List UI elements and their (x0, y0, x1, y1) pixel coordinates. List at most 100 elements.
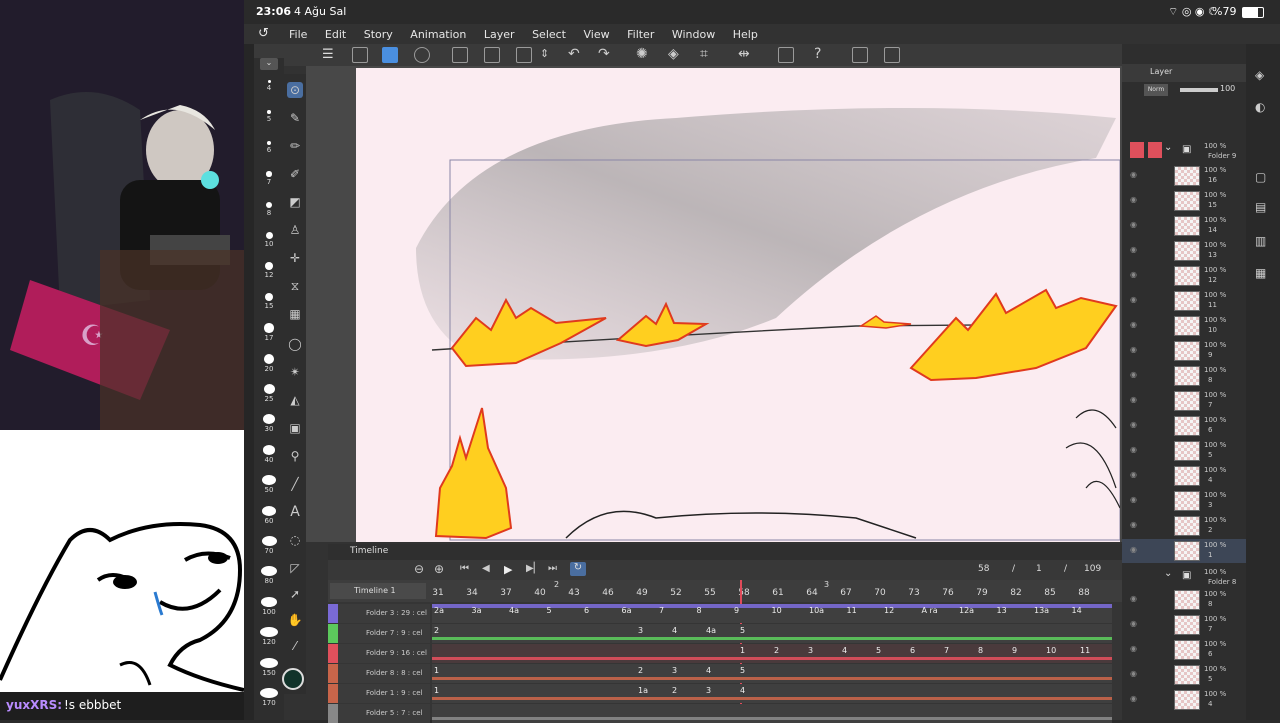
grid-tool-icon[interactable]: ▦ (287, 306, 303, 322)
fill-icon[interactable]: ◈ (668, 46, 679, 62)
track-name[interactable]: Folder 8 : 8 : cel (328, 664, 430, 683)
next-frame-icon[interactable]: ▶▏ (526, 563, 541, 574)
cel-label[interactable]: 3a (472, 606, 482, 615)
brush-tool-icon[interactable]: ✐ (287, 166, 303, 182)
cel-label[interactable]: 11 (847, 606, 857, 615)
object-tool-icon[interactable]: ➚ (287, 586, 303, 602)
layer-row[interactable]: ◉ 100 % 11 (1122, 289, 1246, 313)
crop-icon[interactable]: ⌗ (700, 46, 708, 62)
timeline-track[interactable]: Folder 7 : 9 : cel 2 3 4 4a 5 (328, 624, 1122, 643)
brush-size-7[interactable]: 7 (254, 171, 284, 186)
cel-label[interactable]: 8 (978, 646, 983, 655)
menu-help[interactable]: Help (733, 28, 758, 41)
brush-size-10[interactable]: 10 (254, 232, 284, 248)
track-name[interactable]: Folder 5 : 7 : cel (328, 704, 430, 723)
track-cells[interactable]: 2 3 4 4a 5 (432, 624, 1112, 643)
hand-tool-icon[interactable]: ✋ (287, 612, 303, 628)
cel-label[interactable]: 5 (876, 646, 881, 655)
layer-settings-icon[interactable] (778, 47, 794, 63)
eye-icon[interactable]: ◉ (1130, 470, 1137, 479)
app-logo-icon[interactable]: ↺ (258, 26, 269, 41)
eye-icon[interactable]: ◉ (1130, 495, 1137, 504)
track-name[interactable]: Folder 7 : 9 : cel (328, 624, 430, 643)
eye-icon[interactable]: ◉ (1130, 320, 1137, 329)
last-frame-icon[interactable]: ⏭ (548, 563, 557, 574)
zoom-out-icon[interactable]: ⊖ (414, 562, 424, 576)
track-cells[interactable]: 1 2 3 4 5 (432, 664, 1112, 683)
cel-label[interactable]: 10a (809, 606, 824, 615)
export-icon[interactable] (852, 47, 868, 63)
layer-row[interactable]: ◉ 100 % 5 (1122, 439, 1246, 463)
layer-row[interactable]: ◉ 100 % 3 (1122, 489, 1246, 513)
flip-icon[interactable]: ⇹ (738, 46, 750, 62)
eye-icon[interactable]: ◉ (1130, 195, 1137, 204)
brush-size-25[interactable]: 25 (254, 384, 284, 403)
opacity-slider[interactable] (1180, 88, 1218, 92)
save-icon[interactable] (516, 47, 532, 63)
cel-label[interactable]: 12a (959, 606, 974, 615)
redo-icon[interactable]: ↷ (598, 46, 610, 62)
brush-size-170[interactable]: 170 (254, 688, 284, 707)
gradient-tool-icon[interactable]: ▣ (287, 420, 303, 436)
line-tool-icon[interactable]: ╱ (287, 476, 303, 492)
first-frame-icon[interactable]: ⏮ (460, 563, 469, 574)
clear-icon[interactable]: ✺ (636, 46, 648, 62)
zoom-in-icon[interactable]: ⊕ (434, 562, 444, 576)
loop-icon[interactable]: ↻ (570, 562, 586, 576)
cel-label[interactable]: 2 (434, 626, 439, 635)
palette-icon[interactable]: ◐ (1255, 100, 1265, 114)
layer-row[interactable]: ◉ 100 % 15 (1122, 189, 1246, 213)
magic-wand-icon[interactable]: ✴ (287, 364, 303, 380)
cel-label[interactable]: 9 (734, 606, 739, 615)
cel-label[interactable]: 3 (672, 666, 677, 675)
cel-label[interactable]: 1a (638, 686, 648, 695)
menu-animation[interactable]: Animation (410, 28, 466, 41)
cel-label[interactable]: 3 (808, 646, 813, 655)
drawing-canvas[interactable] (356, 68, 1120, 542)
track-name[interactable]: Folder 9 : 16 : cel (328, 644, 430, 663)
folder-9-row[interactable]: ⌄ ▣ 100 % Folder 9 (1122, 140, 1246, 160)
play-icon[interactable]: ▶ (504, 563, 512, 576)
cel-label[interactable]: 3 (638, 626, 643, 635)
menu-window[interactable]: Window (672, 28, 715, 41)
color-swatch[interactable] (282, 668, 304, 690)
eye-icon[interactable]: ◉ (1130, 520, 1137, 529)
eye-icon[interactable]: ◉ (1130, 170, 1137, 179)
prev-frame-icon[interactable]: ◀ (482, 563, 490, 574)
cel-label[interactable]: 13 (997, 606, 1007, 615)
layer-row[interactable]: ◉ 100 % 7 (1122, 613, 1246, 637)
pen-tool-icon[interactable]: ✎ (287, 110, 303, 126)
brush-size-20[interactable]: 20 (254, 353, 284, 373)
help-icon[interactable]: ? (814, 46, 821, 62)
current-frame[interactable]: 58 (978, 564, 989, 574)
brush-size-70[interactable]: 70 (254, 536, 284, 555)
timeline-name[interactable]: Timeline 1 (330, 583, 426, 599)
layer-row[interactable]: ◉ 100 % 6 (1122, 638, 1246, 662)
navigator-icon[interactable]: ▢ (1255, 170, 1266, 184)
keyboard-icon[interactable] (884, 47, 900, 63)
cel-label[interactable]: 4a (706, 626, 716, 635)
blend-mode-select[interactable]: Norm (1144, 84, 1168, 96)
open-file-icon[interactable] (484, 47, 500, 63)
cel-label[interactable]: 2 (638, 666, 643, 675)
layer-row[interactable]: ◉ 100 % 9 (1122, 339, 1246, 363)
cel-label[interactable]: 4 (740, 686, 745, 695)
track-cells[interactable] (432, 704, 1112, 723)
cel-label[interactable]: 4a (509, 606, 519, 615)
brush-size-80[interactable]: 80 (254, 566, 284, 585)
eye-icon[interactable]: ◉ (1130, 245, 1137, 254)
chevron-down-icon[interactable]: ⌄ (260, 58, 278, 70)
layer-row[interactable]: ◉ 100 % 10 (1122, 314, 1246, 338)
brush-size-8[interactable]: 8 (254, 201, 284, 217)
cel-label[interactable]: 5 (740, 666, 745, 675)
cel-label[interactable]: 4 (842, 646, 847, 655)
opacity-value[interactable]: 100 (1220, 84, 1235, 93)
cel-label[interactable]: 1 (434, 666, 439, 675)
eye-icon[interactable]: ◉ (1130, 345, 1137, 354)
timeline-track[interactable]: Folder 3 : 29 : cel 2a 3a 4a 5 6 6a 7 8 9 10 10a 11 1… (328, 604, 1122, 623)
cel-label[interactable]: 6 (910, 646, 915, 655)
layer-tab[interactable]: Layer (1150, 67, 1172, 76)
eye-icon[interactable]: ◉ (1130, 694, 1137, 703)
timeline-tab[interactable]: Timeline (350, 546, 388, 556)
eye-icon[interactable]: ◉ (1130, 619, 1137, 628)
